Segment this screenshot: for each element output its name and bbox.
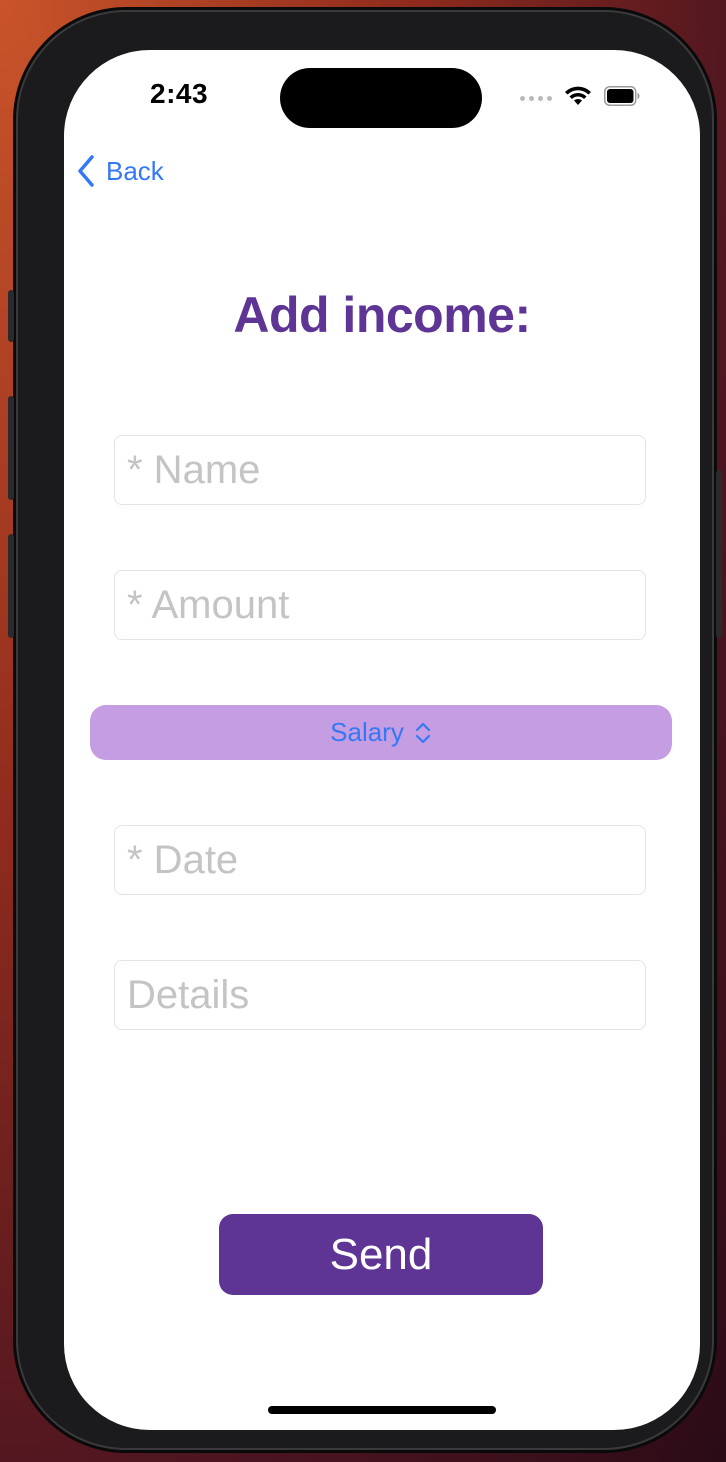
date-placeholder: * Date bbox=[127, 837, 239, 882]
name-field[interactable]: * Name bbox=[114, 435, 646, 505]
power-button bbox=[716, 470, 722, 638]
volume-up-button bbox=[8, 396, 14, 500]
battery-full-icon bbox=[604, 86, 640, 106]
app-screen: 2:43 Back Add income: * Name * Amount Sa… bbox=[64, 50, 700, 1430]
details-placeholder: Details bbox=[127, 972, 250, 1017]
category-selected-value: Salary bbox=[330, 717, 404, 747]
date-field[interactable]: * Date bbox=[114, 825, 646, 895]
status-time: 2:43 bbox=[150, 78, 209, 109]
details-field[interactable]: Details bbox=[114, 960, 646, 1030]
category-picker[interactable]: Salary bbox=[90, 705, 672, 760]
wifi-icon bbox=[565, 86, 591, 105]
home-indicator[interactable] bbox=[268, 1406, 496, 1414]
amount-field[interactable]: * Amount bbox=[114, 570, 646, 640]
chevron-up-down-icon bbox=[415, 722, 430, 743]
back-button[interactable]: Back bbox=[76, 154, 164, 188]
action-button bbox=[8, 290, 14, 342]
volume-down-button bbox=[8, 534, 14, 638]
dynamic-island bbox=[280, 68, 482, 128]
send-button[interactable]: Send bbox=[219, 1214, 543, 1295]
back-label: Back bbox=[106, 155, 164, 186]
amount-placeholder: * Amount bbox=[127, 582, 290, 627]
chevron-left-icon bbox=[78, 155, 94, 187]
page-title: Add income: bbox=[233, 287, 531, 343]
cellular-dots-icon bbox=[520, 96, 552, 101]
name-placeholder: * Name bbox=[127, 447, 261, 492]
phone-frame: 2:43 Back Add income: * Name * Amount Sa… bbox=[8, 10, 722, 1450]
